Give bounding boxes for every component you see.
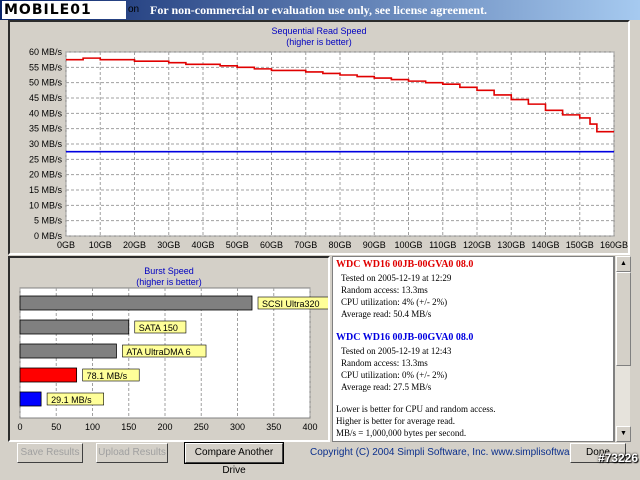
read-y-tick: 30 MB/s bbox=[29, 139, 63, 149]
read-speed-panel: Sequential Read Speed (higher is better)… bbox=[8, 20, 630, 255]
burst-bar bbox=[19, 391, 42, 407]
burst-speed-panel: Burst Speed (higher is better) 0 50 100 150… bbox=[8, 256, 330, 442]
burst-x-tick: 250 bbox=[194, 422, 209, 432]
drive2-cpu: CPU utilization: 0% (+/- 2%) bbox=[341, 370, 448, 380]
read-y-tick: 40 MB/s bbox=[29, 108, 63, 118]
burst-bar-label: 29.1 MB/s bbox=[51, 395, 92, 405]
burst-bar-label: SATA 150 bbox=[139, 323, 178, 333]
scroll-up-icon[interactable]: ▲ bbox=[616, 256, 631, 272]
drive1-random-access: Random access: 13.3ms bbox=[341, 285, 428, 295]
burst-bar bbox=[19, 319, 130, 335]
read-x-tick: 0GB bbox=[57, 240, 75, 250]
title-bar: MOBILE01 on For non-commercial or evalua… bbox=[0, 0, 640, 20]
burst-bar-label: ATA UltraDMA 6 bbox=[126, 347, 190, 357]
read-x-tick: 90GB bbox=[363, 240, 386, 250]
read-y-tick: 60 MB/s bbox=[29, 47, 63, 57]
drive1-title: WDC WD16 00JB-00GVA0 08.0 bbox=[336, 259, 474, 270]
burst-x-tick: 300 bbox=[230, 422, 245, 432]
read-y-tick: 15 MB/s bbox=[29, 185, 63, 195]
burst-x-tick: 100 bbox=[85, 422, 100, 432]
read-y-tick: 25 MB/s bbox=[29, 154, 63, 164]
read-x-tick: 20GB bbox=[123, 240, 146, 250]
read-x-tick: 50GB bbox=[226, 240, 249, 250]
burst-bar bbox=[19, 367, 78, 383]
read-x-tick: 70GB bbox=[294, 240, 317, 250]
burst-x-tick: 350 bbox=[266, 422, 281, 432]
read-y-tick: 5 MB/s bbox=[34, 216, 63, 226]
note-mbps: MB/s = 1,000,000 bytes per second. bbox=[336, 428, 467, 438]
upload-results-button[interactable]: Upload Results bbox=[96, 443, 168, 463]
drive1-cpu: CPU utilization: 4% (+/- 2%) bbox=[341, 297, 448, 307]
read-y-tick: 10 MB/s bbox=[29, 200, 63, 210]
mobile01-logo: MOBILE01 bbox=[2, 1, 126, 19]
read-x-tick: 100GB bbox=[394, 240, 422, 250]
title-fragment: on bbox=[128, 4, 140, 15]
drive2-tested: Tested on 2005-12-19 at 12:43 bbox=[341, 346, 452, 356]
read-y-tick: 50 MB/s bbox=[29, 78, 63, 88]
read-x-tick: 140GB bbox=[531, 240, 559, 250]
read-y-tick: 35 MB/s bbox=[29, 124, 63, 134]
note-lower-better: Lower is better for CPU and random acces… bbox=[336, 404, 496, 414]
read-speed-chart: 60 MB/s 55 MB/s 50 MB/s 45 MB/s 40 MB/s 35 MB… bbox=[29, 47, 628, 250]
read-x-tick: 60GB bbox=[260, 240, 283, 250]
drive2-average-read: Average read: 27.5 MB/s bbox=[341, 382, 432, 392]
read-x-tick: 120GB bbox=[463, 240, 491, 250]
read-x-tick: 160GB bbox=[600, 240, 628, 250]
watermark: #73226 bbox=[597, 451, 638, 465]
drive2-random-access: Random access: 13.3ms bbox=[341, 358, 428, 368]
read-y-tick: 45 MB/s bbox=[29, 93, 63, 103]
read-x-tick: 110GB bbox=[429, 240, 456, 250]
drive1-average-read: Average read: 50.4 MB/s bbox=[341, 309, 432, 319]
read-x-tick: 10GB bbox=[89, 240, 112, 250]
copyright-text: Copyright (C) 2004 Simpli Software, Inc.… bbox=[310, 447, 601, 458]
compare-another-drive-button[interactable]: Compare Another Drive bbox=[184, 442, 284, 476]
burst-x-tick: 150 bbox=[121, 422, 136, 432]
read-x-tick: 30GB bbox=[157, 240, 180, 250]
scroll-down-icon[interactable]: ▼ bbox=[616, 426, 631, 442]
note-higher-better: Higher is better for average read. bbox=[336, 416, 455, 426]
drive2-title: WDC WD16 00JB-00GVA0 08.0 bbox=[336, 332, 474, 343]
burst-bar-label: 78.1 MB/s bbox=[87, 371, 128, 381]
read-x-tick: 80GB bbox=[328, 240, 351, 250]
scroll-thumb[interactable] bbox=[616, 272, 631, 366]
burst-x-tick: 50 bbox=[51, 422, 61, 432]
read-y-tick: 55 MB/s bbox=[29, 62, 63, 72]
info-scrollbar[interactable]: ▲ ▼ bbox=[614, 256, 631, 442]
results-info-panel: WDC WD16 00JB-00GVA0 08.0 Tested on 2005… bbox=[332, 256, 614, 442]
save-results-button[interactable]: Save Results bbox=[17, 443, 83, 463]
drive1-tested: Tested on 2005-12-19 at 12:29 bbox=[341, 273, 452, 283]
burst-speed-chart: 0 50 100 150 200 250 300 350 400 SCSI Ultra320 SAT… bbox=[17, 287, 328, 432]
read-x-tick: 130GB bbox=[497, 240, 525, 250]
burst-bar bbox=[19, 343, 117, 359]
burst-x-tick: 400 bbox=[302, 422, 317, 432]
burst-x-tick: 0 bbox=[17, 422, 22, 432]
burst-bar bbox=[19, 295, 253, 311]
burst-x-tick: 200 bbox=[157, 422, 172, 432]
window-title: For non-commercial or evaluation use onl… bbox=[150, 3, 488, 17]
read-y-tick: 20 MB/s bbox=[29, 170, 63, 180]
read-x-tick: 150GB bbox=[566, 240, 594, 250]
burst-bar-label: SCSI Ultra320 bbox=[262, 299, 320, 309]
read-x-tick: 40GB bbox=[191, 240, 214, 250]
